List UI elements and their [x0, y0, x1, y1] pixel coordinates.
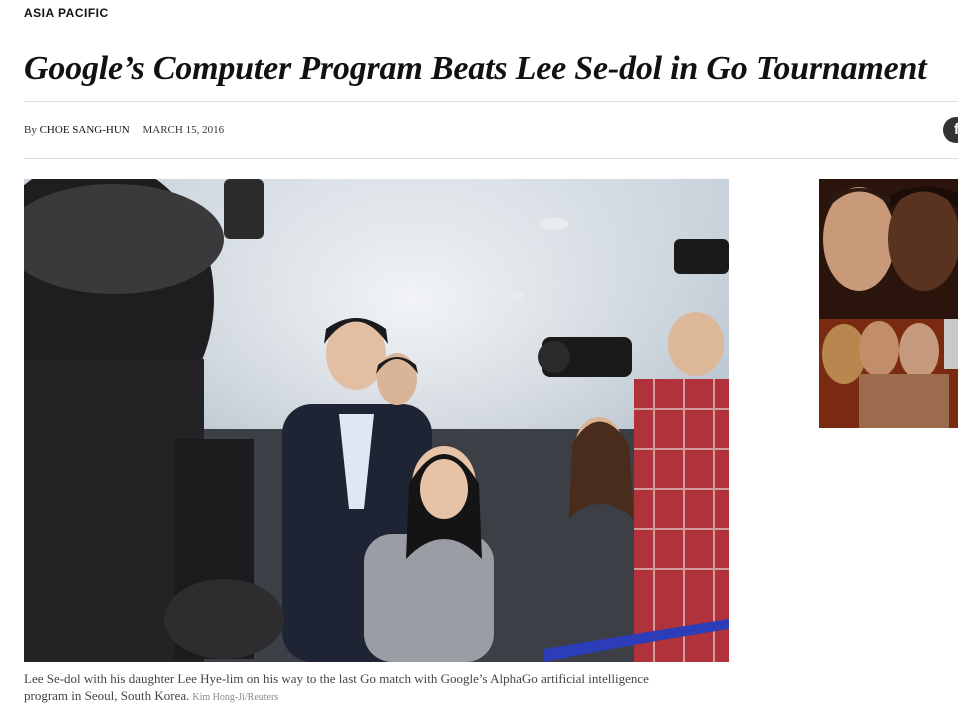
headline: Google’s Computer Program Beats Lee Se-d…	[24, 50, 927, 87]
advertisement[interactable]	[819, 179, 958, 428]
byline-divider	[24, 158, 958, 159]
section-kicker[interactable]: ASIA PACIFIC	[24, 6, 109, 20]
byline: By CHOE SANG-HUN MARCH 15, 2016	[24, 124, 224, 136]
publish-date: MARCH 15, 2016	[142, 124, 225, 136]
caption-text: Lee Se-dol with his daughter Lee Hye-lim…	[24, 671, 649, 703]
header-divider	[24, 101, 958, 102]
lead-photo	[24, 179, 729, 662]
facebook-icon[interactable]: f	[943, 117, 958, 143]
byline-prefix: By	[24, 124, 37, 136]
photo-caption: Lee Se-dol with his daughter Lee Hye-lim…	[24, 670, 664, 706]
author-link[interactable]: CHOE SANG-HUN	[40, 124, 130, 136]
